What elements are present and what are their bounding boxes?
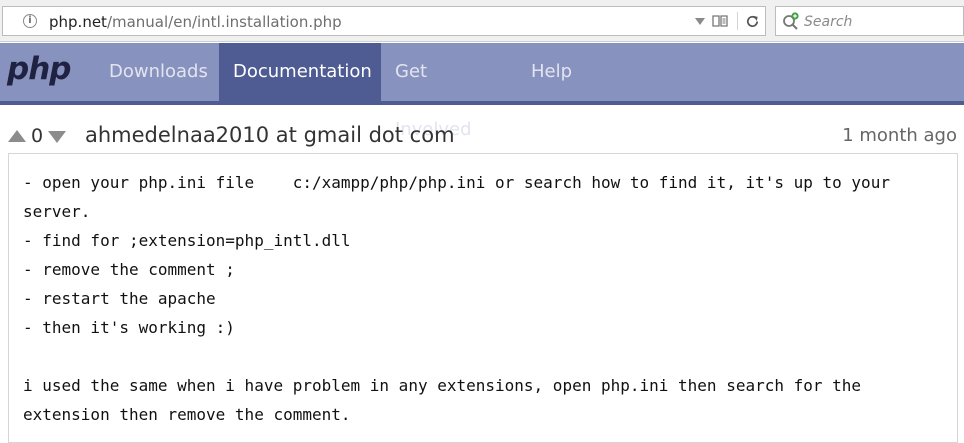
- address-bar[interactable]: i php.net/manual/en/intl.installation.ph…: [2, 6, 766, 36]
- note-body: - open your php.ini file c:/xampp/php/ph…: [23, 173, 890, 424]
- nav-documentation[interactable]: Documentation: [219, 43, 381, 101]
- url-text[interactable]: php.net/manual/en/intl.installation.php: [49, 13, 342, 31]
- php-logo[interactable]: php: [7, 51, 71, 87]
- php-navbar: php Downloads Documentation Get Involved…: [0, 43, 964, 140]
- url-host: php.net: [49, 13, 107, 31]
- reader-view-icon[interactable]: [712, 15, 728, 27]
- browser-toolbar: i php.net/manual/en/intl.installation.ph…: [0, 0, 964, 42]
- url-path: /manual/en/intl.installation.php: [106, 13, 342, 31]
- info-icon[interactable]: i: [23, 14, 37, 28]
- nav-help[interactable]: Help: [517, 43, 587, 101]
- note-author: ahmedelnaa2010 at gmail dot com: [85, 123, 455, 147]
- vote-up-icon[interactable]: [8, 130, 26, 142]
- search-placeholder: Search: [804, 14, 853, 30]
- dropdown-arrow-icon[interactable]: [695, 18, 705, 25]
- reload-icon[interactable]: [745, 14, 760, 29]
- note-box: - open your php.ini file c:/xampp/php/ph…: [8, 153, 958, 443]
- search-field[interactable]: Search: [775, 6, 964, 36]
- nav-downloads[interactable]: Downloads: [95, 43, 219, 101]
- vote-down-icon[interactable]: [48, 131, 66, 143]
- note-date[interactable]: 1 month ago: [842, 125, 957, 146]
- nav-get-involved[interactable]: Get Involved: [381, 43, 517, 140]
- vote-count: 0: [31, 125, 44, 147]
- toolbar-separator: [737, 12, 738, 30]
- search-engine-icon[interactable]: [782, 12, 800, 30]
